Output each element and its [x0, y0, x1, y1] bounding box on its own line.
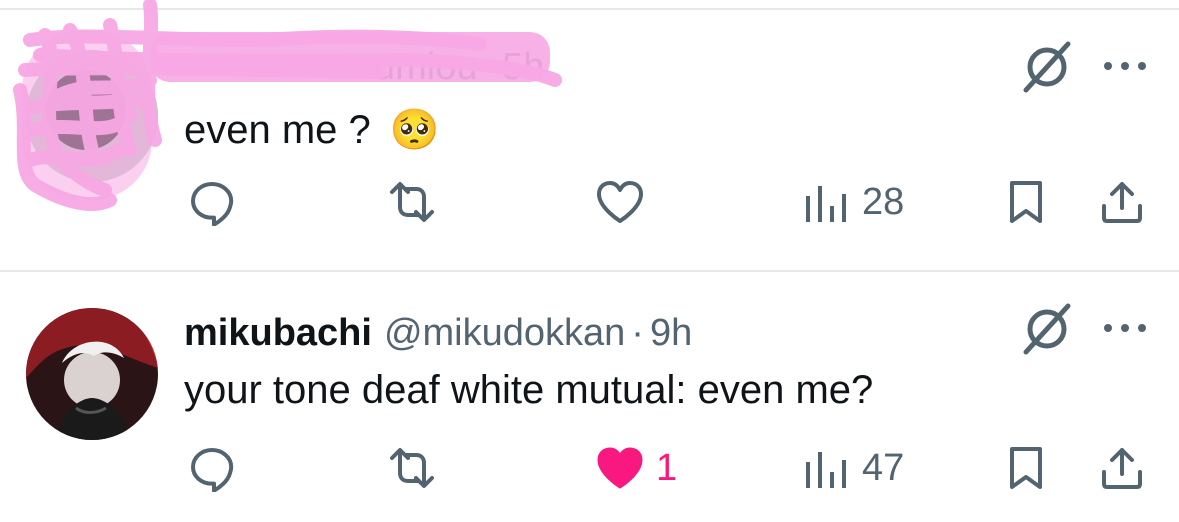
heart-icon	[597, 181, 643, 223]
repost-button[interactable]	[386, 444, 448, 492]
avatar[interactable]	[26, 50, 158, 182]
timestamp[interactable]: 5h	[502, 46, 544, 89]
reply-button[interactable]	[188, 444, 246, 492]
action-bar: 28	[0, 178, 1179, 238]
handle[interactable]: @mikudokkan	[384, 312, 625, 355]
views-button[interactable]: 47	[802, 444, 904, 492]
grok-icon[interactable]	[1018, 38, 1076, 96]
share-button[interactable]	[1098, 178, 1146, 226]
bookmark-icon	[1010, 181, 1042, 223]
display-name[interactable]: mikubachi	[184, 312, 372, 355]
views-button[interactable]: 28	[802, 178, 904, 226]
bookmark-icon	[1010, 447, 1042, 489]
tweet-1[interactable]: umiou · 5h even me ? 🥺 28	[0, 0, 1179, 270]
tweet-2[interactable]: mikubachi @mikudokkan · 9h your tone dea…	[0, 272, 1179, 522]
separator-dot: ·	[631, 312, 644, 354]
like-count: 1	[656, 446, 678, 489]
tweet-header: umiou · 5h	[184, 46, 544, 89]
repost-icon	[390, 448, 434, 488]
more-icon[interactable]	[1100, 56, 1150, 76]
action-bar: 1 47	[0, 444, 1179, 504]
like-button[interactable]: 1	[594, 444, 677, 492]
share-icon	[1102, 448, 1142, 489]
views-icon	[806, 186, 846, 222]
share-button[interactable]	[1098, 444, 1146, 492]
repost-button[interactable]	[386, 178, 448, 226]
share-icon	[1102, 182, 1142, 223]
separator-dot: ·	[483, 46, 497, 88]
pleading-face-emoji: 🥺	[389, 108, 440, 152]
bookmark-button[interactable]	[1004, 444, 1048, 492]
tweet-text: even me ? 🥺	[184, 106, 440, 153]
views-icon	[806, 452, 846, 488]
bookmark-button[interactable]	[1004, 178, 1048, 226]
repost-icon	[390, 182, 434, 222]
view-count: 47	[862, 446, 905, 489]
reply-icon	[191, 182, 234, 226]
tweet-text: your tone deaf white mutual: even me?	[184, 368, 874, 412]
grok-icon[interactable]	[1018, 300, 1076, 358]
tweet-header: mikubachi @mikudokkan · 9h	[184, 312, 692, 355]
timestamp[interactable]: 9h	[650, 312, 692, 355]
handle[interactable]: umiou	[374, 46, 478, 89]
avatar-image	[26, 50, 158, 182]
more-icon[interactable]	[1100, 318, 1150, 338]
heart-icon	[597, 447, 643, 489]
view-count: 28	[862, 180, 905, 223]
avatar-image	[26, 308, 158, 440]
tweet-text-content: even me ?	[184, 108, 371, 152]
reply-icon	[191, 448, 234, 492]
avatar[interactable]	[26, 308, 158, 440]
like-button[interactable]	[594, 178, 656, 226]
reply-button[interactable]	[188, 178, 246, 226]
